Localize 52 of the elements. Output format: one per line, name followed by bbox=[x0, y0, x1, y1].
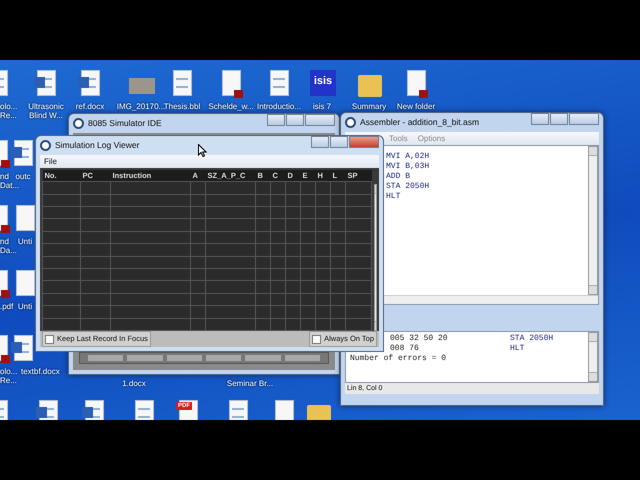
document-icon[interactable] bbox=[404, 70, 428, 100]
maximize-button[interactable] bbox=[286, 114, 304, 126]
code-line: MVI A,02H bbox=[386, 152, 430, 162]
mouse-pointer-icon bbox=[198, 144, 207, 157]
output-line: 005 32 50 20 bbox=[390, 334, 449, 344]
close-button[interactable] bbox=[569, 113, 599, 125]
app-icon bbox=[345, 117, 356, 128]
maximize-button[interactable] bbox=[550, 113, 568, 125]
minimize-button[interactable] bbox=[311, 136, 329, 148]
icon-label: IMG_20170... bbox=[116, 102, 166, 111]
icon-label: textbf.docx bbox=[21, 367, 60, 376]
icon-label: Unti bbox=[18, 237, 32, 246]
checkbox[interactable] bbox=[312, 334, 322, 344]
scrollbar[interactable] bbox=[588, 332, 598, 382]
icon-label: ref.docx bbox=[76, 102, 104, 111]
icon-label: Summary bbox=[352, 102, 386, 111]
maximize-button[interactable] bbox=[330, 136, 348, 148]
icon-label: Seminar Br... bbox=[226, 379, 274, 388]
icon-label: Schelde_w... bbox=[208, 102, 254, 111]
code-line: ADD B bbox=[386, 172, 412, 182]
minimize-button[interactable] bbox=[531, 113, 549, 125]
window-title: 8085 Simulator IDE bbox=[88, 117, 162, 130]
scrollbar[interactable] bbox=[588, 146, 598, 295]
icon-label: nd Da... bbox=[0, 237, 17, 255]
icon-label: Introductio... bbox=[256, 102, 302, 111]
icon-label: New folder bbox=[396, 102, 436, 111]
window-title: Assembler - addition_8_bit.asm bbox=[360, 116, 480, 129]
icon-label: .pdf bbox=[0, 302, 14, 311]
icon-label: 1.docx bbox=[122, 379, 146, 388]
icon-label: olo... Re... bbox=[0, 102, 18, 120]
icon-label: Ultrasonic Blind W... bbox=[28, 102, 64, 120]
scrollbar[interactable] bbox=[374, 184, 377, 331]
output-line: STA 2050H bbox=[510, 334, 554, 344]
checkbox[interactable] bbox=[45, 334, 54, 344]
icon-label: isis 7 bbox=[312, 102, 332, 111]
app-icon bbox=[40, 140, 51, 151]
document-icon[interactable] bbox=[219, 70, 243, 100]
icon-label: outc bbox=[15, 172, 31, 181]
close-button[interactable] bbox=[305, 114, 335, 126]
app-icon bbox=[73, 118, 84, 129]
window-title: Simulation Log Viewer bbox=[55, 139, 140, 152]
code-line: HLT bbox=[386, 192, 402, 202]
code-line: STA 2050H bbox=[386, 182, 430, 192]
icon-label: olo... Re... bbox=[0, 367, 18, 385]
icon-label: Thesis.bbl bbox=[164, 102, 200, 111]
output-line: 008 76 bbox=[390, 344, 420, 354]
icon-label: Unti bbox=[18, 302, 32, 311]
output-line: HLT bbox=[510, 344, 524, 354]
output-line: Number of errors = 0 bbox=[350, 354, 446, 364]
minimize-button[interactable] bbox=[267, 114, 285, 126]
menu-item[interactable]: File bbox=[44, 156, 57, 168]
code-line: MVI B,03H bbox=[386, 162, 430, 172]
